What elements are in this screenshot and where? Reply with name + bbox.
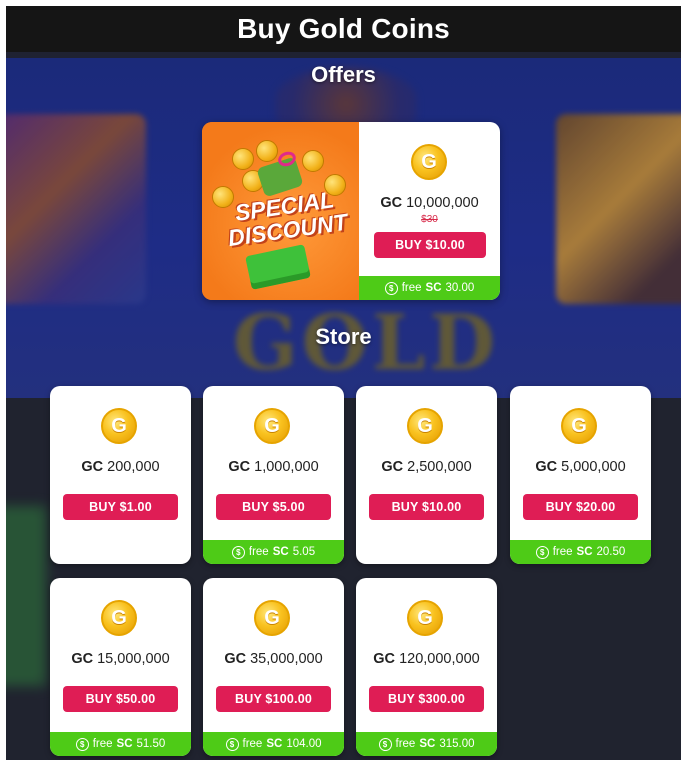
gold-coin-icon	[254, 600, 290, 636]
free-label: free	[92, 738, 113, 750]
free-sc-bonus-bar: $ free SC 30.00	[359, 276, 500, 300]
free-currency: SC	[425, 282, 442, 294]
item-amount: GC 200,000	[50, 459, 191, 475]
item-amount: GC 2,500,000	[356, 459, 497, 475]
free-label: free	[401, 282, 422, 294]
free-amount: 315.00	[439, 738, 475, 750]
free-currency: SC	[576, 546, 593, 558]
free-sc-bonus-bar: $ free SC 104.00	[203, 732, 344, 756]
offer-amount: GC 10,000,000	[359, 195, 500, 211]
gold-coin-icon	[254, 408, 290, 444]
header-bar: Buy Gold Coins	[6, 6, 681, 52]
gold-coin-icon	[407, 408, 443, 444]
buy-button[interactable]: BUY $20.00	[523, 494, 638, 520]
item-amount: GC 15,000,000	[50, 651, 191, 667]
amount-value: 200,000	[107, 459, 160, 475]
free-currency: SC	[272, 546, 289, 558]
background-game-tile	[6, 506, 46, 686]
free-amount: 20.50	[596, 546, 626, 558]
free-sc-bonus-bar: $ free SC 5.05	[203, 540, 344, 564]
store-item-card[interactable]: GC 200,000 BUY $1.00	[50, 386, 191, 564]
item-amount: GC 5,000,000	[510, 459, 651, 475]
free-label: free	[552, 546, 573, 558]
free-currency: SC	[266, 738, 283, 750]
original-price: $30	[421, 214, 438, 225]
store-screen: GOLD Buy Gold Coins Offers SPECIAL DISCO…	[6, 6, 681, 760]
sweeps-coin-icon: $	[225, 737, 239, 751]
free-currency: SC	[419, 738, 436, 750]
store-item-card[interactable]: GC 2,500,000 BUY $10.00	[356, 386, 497, 564]
free-currency: SC	[116, 738, 133, 750]
free-label: free	[248, 546, 269, 558]
free-amount: 51.50	[136, 738, 166, 750]
amount-value: 120,000,000	[399, 651, 480, 667]
currency-label: GC	[380, 195, 403, 211]
free-amount: 104.00	[286, 738, 322, 750]
free-label: free	[242, 738, 263, 750]
currency-label: GC	[535, 459, 558, 475]
coin-icon	[256, 140, 278, 162]
buy-button[interactable]: BUY $300.00	[369, 686, 484, 712]
free-sc-bonus-bar: $ free SC 51.50	[50, 732, 191, 756]
page-title: Buy Gold Coins	[237, 13, 450, 44]
special-offer-card[interactable]: SPECIAL DISCOUNT GC 10,000,000 $30 BUY $…	[202, 122, 500, 300]
currency-label: GC	[81, 459, 104, 475]
store-item-card[interactable]: GC 15,000,000 BUY $50.00 $ free SC 51.50	[50, 578, 191, 756]
sweeps-coin-icon: $	[378, 737, 392, 751]
amount-value: 2,500,000	[407, 459, 472, 475]
amount-value: 10,000,000	[406, 195, 479, 211]
store-item-card[interactable]: GC 120,000,000 BUY $300.00 $ free SC 315…	[356, 578, 497, 756]
background-game-tile	[6, 114, 146, 304]
item-amount: GC 35,000,000	[203, 651, 344, 667]
coin-icon	[302, 150, 324, 172]
amount-value: 5,000,000	[561, 459, 626, 475]
free-sc-bonus-bar: $ free SC 20.50	[510, 540, 651, 564]
amount-value: 35,000,000	[250, 651, 323, 667]
sweeps-coin-icon: $	[535, 545, 549, 559]
buy-button[interactable]: BUY $1.00	[63, 494, 178, 520]
buy-button[interactable]: BUY $100.00	[216, 686, 331, 712]
item-amount: GC 1,000,000	[203, 459, 344, 475]
background-game-tile	[556, 114, 681, 304]
sweeps-coin-icon: $	[75, 737, 89, 751]
offer-details: GC 10,000,000 $30 BUY $10.00 $ free SC 3…	[359, 122, 500, 300]
gold-coin-icon	[407, 600, 443, 636]
currency-label: GC	[228, 459, 251, 475]
store-heading: Store	[315, 324, 372, 349]
store-item-card[interactable]: GC 35,000,000 BUY $100.00 $ free SC 104.…	[203, 578, 344, 756]
free-amount: 30.00	[445, 282, 475, 294]
gold-coin-icon	[101, 408, 137, 444]
free-amount: 5.05	[292, 546, 316, 558]
gold-coin-icon	[101, 600, 137, 636]
buy-button[interactable]: BUY $10.00	[369, 494, 484, 520]
amount-value: 1,000,000	[254, 459, 319, 475]
offer-buy-button[interactable]: BUY $10.00	[374, 232, 486, 258]
store-item-card[interactable]: GC 1,000,000 BUY $5.00 $ free SC 5.05	[203, 386, 344, 564]
currency-label: GC	[381, 459, 404, 475]
sweeps-coin-icon: $	[384, 281, 398, 295]
currency-label: GC	[71, 651, 94, 667]
special-discount-artwork: SPECIAL DISCOUNT	[202, 122, 359, 300]
sweeps-coin-icon: $	[231, 545, 245, 559]
offers-heading: Offers	[311, 62, 376, 87]
amount-value: 15,000,000	[97, 651, 170, 667]
free-label: free	[395, 738, 416, 750]
currency-label: GC	[224, 651, 247, 667]
coin-icon	[232, 148, 254, 170]
buy-button[interactable]: BUY $5.00	[216, 494, 331, 520]
gold-coin-icon	[411, 144, 447, 180]
free-sc-bonus-bar: $ free SC 315.00	[356, 732, 497, 756]
store-item-card[interactable]: GC 5,000,000 BUY $20.00 $ free SC 20.50	[510, 386, 651, 564]
gold-coin-icon	[561, 408, 597, 444]
item-amount: GC 120,000,000	[356, 651, 497, 667]
currency-label: GC	[373, 651, 396, 667]
buy-button[interactable]: BUY $50.00	[63, 686, 178, 712]
